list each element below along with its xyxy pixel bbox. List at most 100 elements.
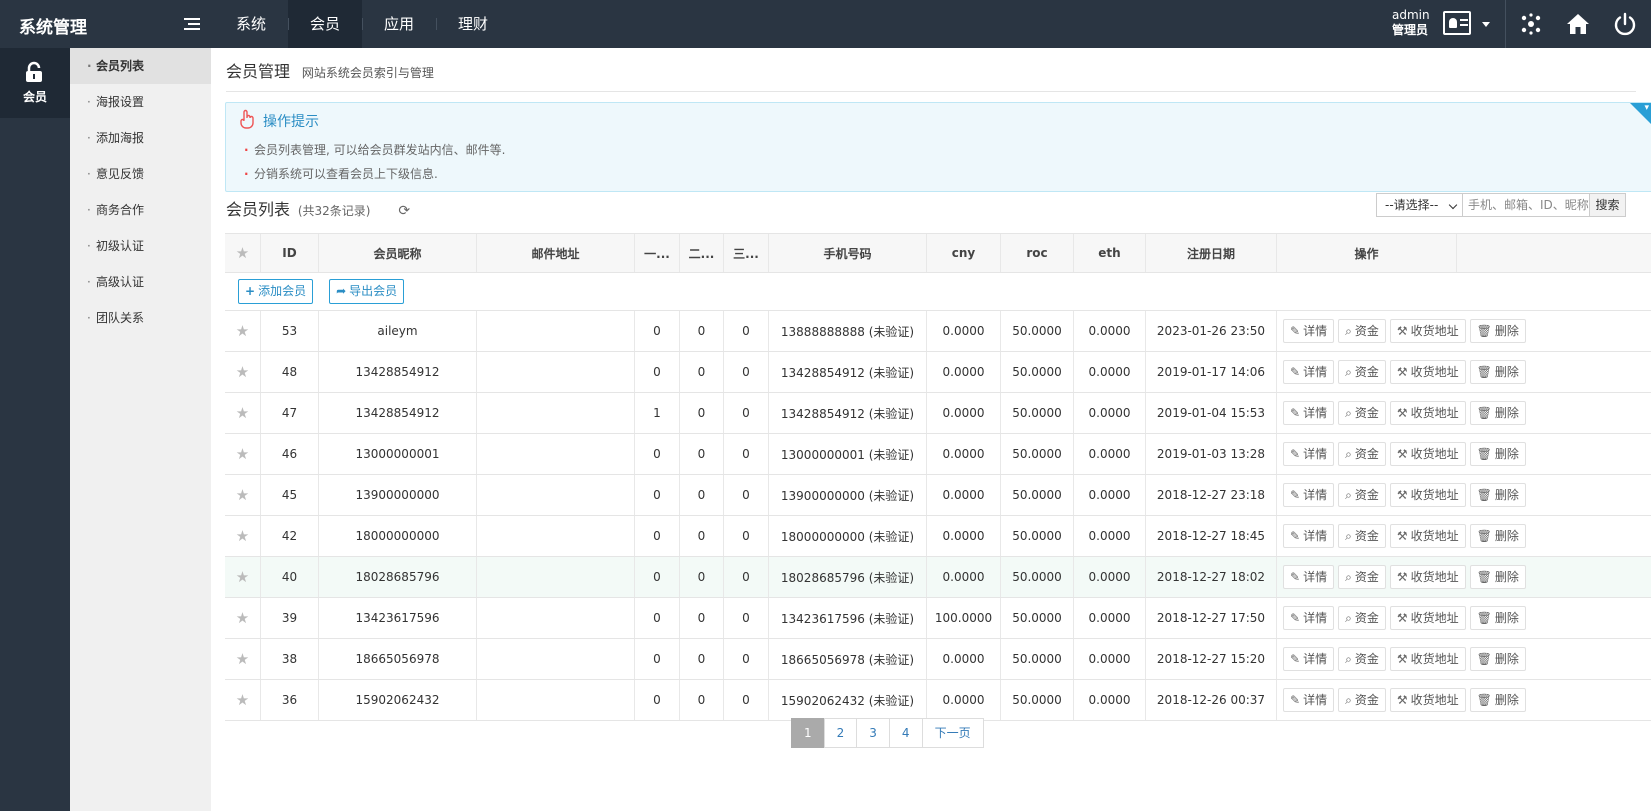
star-icon[interactable]: ★ [225, 598, 261, 638]
address-button[interactable]: ⚒ 收货地址 [1389, 647, 1466, 671]
menu-toggle-icon[interactable] [184, 18, 200, 32]
table-row[interactable]: ★ 47 13428854912 1 0 0 13428854912 (未验证) 0.0000… [225, 393, 1651, 434]
delete-button[interactable]: 🗑 删除 [1469, 360, 1526, 384]
col-date[interactable]: 注册日期 [1146, 234, 1277, 272]
funds-button[interactable]: ⌕ 资金 [1338, 647, 1386, 671]
id-card-icon[interactable] [1443, 11, 1471, 35]
star-icon[interactable]: ★ [225, 311, 261, 351]
submenu-team[interactable]: 团队关系 [70, 300, 211, 336]
search-button[interactable]: 搜索 [1590, 193, 1626, 217]
funds-button[interactable]: ⌕ 资金 [1338, 483, 1386, 507]
table-row[interactable]: ★ 45 13900000000 0 0 0 13900000000 (未验证) 0.0000… [225, 475, 1651, 516]
submenu-feedback[interactable]: 意见反馈 [70, 156, 211, 192]
submenu-member-list[interactable]: 会员列表 [70, 48, 211, 84]
address-button[interactable]: ⚒ 收货地址 [1389, 483, 1466, 507]
col-nick[interactable]: 会员昵称 [319, 234, 477, 272]
funds-button[interactable]: ⌕ 资金 [1338, 442, 1386, 466]
export-member-button[interactable]: ➦ 导出会员 [329, 279, 405, 304]
funds-button[interactable]: ⌕ 资金 [1338, 524, 1386, 548]
page-2[interactable]: 2 [823, 718, 858, 748]
star-icon[interactable]: ★ [225, 393, 261, 433]
detail-button[interactable]: ✎ 详情 [1283, 565, 1335, 589]
table-row[interactable]: ★ 48 13428854912 0 0 0 13428854912 (未验证) 0.0000… [225, 352, 1651, 393]
detail-button[interactable]: ✎ 详情 [1283, 688, 1335, 712]
delete-button[interactable]: 🗑 删除 [1469, 565, 1526, 589]
table-row[interactable]: ★ 36 15902062432 0 0 0 15902062432 (未验证) 0.0000… [225, 680, 1651, 721]
address-button[interactable]: ⚒ 收货地址 [1389, 688, 1466, 712]
funds-button[interactable]: ⌕ 资金 [1338, 688, 1386, 712]
page-4[interactable]: 4 [888, 718, 923, 748]
sidebar-item-member[interactable]: 会员 [0, 48, 70, 118]
star-icon[interactable]: ★ [225, 639, 261, 679]
submenu-poster-settings[interactable]: 海报设置 [70, 84, 211, 120]
chevron-down-icon[interactable] [1482, 22, 1490, 27]
address-button[interactable]: ⚒ 收货地址 [1389, 524, 1466, 548]
topnav-apps[interactable]: 应用 [362, 0, 436, 48]
address-button[interactable]: ⚒ 收货地址 [1389, 401, 1466, 425]
star-icon[interactable]: ★ [225, 557, 261, 597]
funds-button[interactable]: ⌕ 资金 [1338, 401, 1386, 425]
topnav-member[interactable]: 会员 [288, 0, 363, 48]
funds-button[interactable]: ⌕ 资金 [1338, 565, 1386, 589]
table-row[interactable]: ★ 53 aileym 0 0 0 13888888888 (未验证) 0.0000 50.00… [225, 311, 1651, 352]
col-roc[interactable]: roc [1001, 234, 1074, 272]
star-icon[interactable]: ★ [225, 475, 261, 515]
table-row[interactable]: ★ 46 13000000001 0 0 0 13000000001 (未验证) 0.0000… [225, 434, 1651, 475]
address-button[interactable]: ⚒ 收货地址 [1389, 565, 1466, 589]
detail-button[interactable]: ✎ 详情 [1283, 360, 1335, 384]
table-row[interactable]: ★ 39 13423617596 0 0 0 13423617596 (未验证) 100.00… [225, 598, 1651, 639]
filter-select[interactable]: --请选择-- [1376, 193, 1463, 217]
topnav-system[interactable]: 系统 [214, 0, 288, 48]
table-row[interactable]: ★ 40 18028685796 0 0 0 18028685796 (未验证) 0.0000… [225, 557, 1651, 598]
add-member-button[interactable]: + 添加会员 [238, 279, 314, 304]
star-icon[interactable]: ★ [225, 234, 261, 272]
refresh-icon[interactable]: ⟳ [398, 196, 410, 226]
submenu-basic-verify[interactable]: 初级认证 [70, 228, 211, 264]
submenu-business[interactable]: 商务合作 [70, 192, 211, 228]
delete-button[interactable]: 🗑 删除 [1469, 483, 1526, 507]
home-icon[interactable] [1566, 12, 1590, 36]
address-button[interactable]: ⚒ 收货地址 [1389, 360, 1466, 384]
funds-button[interactable]: ⌕ 资金 [1338, 319, 1386, 343]
funds-button[interactable]: ⌕ 资金 [1338, 606, 1386, 630]
star-icon[interactable]: ★ [225, 352, 261, 392]
detail-button[interactable]: ✎ 详情 [1283, 647, 1335, 671]
col-cny[interactable]: cny [927, 234, 1001, 272]
address-button[interactable]: ⚒ 收货地址 [1389, 442, 1466, 466]
col-level3[interactable]: 三... [724, 234, 769, 272]
star-icon[interactable]: ★ [225, 680, 261, 720]
table-row[interactable]: ★ 38 18665056978 0 0 0 18665056978 (未验证) 0.0000… [225, 639, 1651, 680]
col-mail[interactable]: 邮件地址 [477, 234, 635, 272]
detail-button[interactable]: ✎ 详情 [1283, 524, 1335, 548]
delete-button[interactable]: 🗑 删除 [1469, 401, 1526, 425]
network-icon[interactable] [1519, 12, 1543, 36]
address-button[interactable]: ⚒ 收货地址 [1389, 606, 1466, 630]
page-3[interactable]: 3 [856, 718, 890, 748]
search-input[interactable]: 手机、邮箱、ID、昵称 [1463, 193, 1590, 217]
address-button[interactable]: ⚒ 收货地址 [1389, 319, 1466, 343]
delete-button[interactable]: 🗑 删除 [1469, 524, 1526, 548]
detail-button[interactable]: ✎ 详情 [1283, 319, 1335, 343]
detail-button[interactable]: ✎ 详情 [1283, 606, 1335, 630]
col-phone[interactable]: 手机号码 [769, 234, 927, 272]
submenu-advanced-verify[interactable]: 高级认证 [70, 264, 211, 300]
star-icon[interactable]: ★ [225, 434, 261, 474]
delete-button[interactable]: 🗑 删除 [1469, 319, 1526, 343]
col-level1[interactable]: 一... [635, 234, 680, 272]
power-icon[interactable] [1613, 12, 1637, 36]
delete-button[interactable]: 🗑 删除 [1469, 688, 1526, 712]
funds-button[interactable]: ⌕ 资金 [1338, 360, 1386, 384]
page-1[interactable]: 1 [791, 718, 825, 748]
star-icon[interactable]: ★ [225, 516, 261, 556]
delete-button[interactable]: 🗑 删除 [1469, 442, 1526, 466]
detail-button[interactable]: ✎ 详情 [1283, 483, 1335, 507]
delete-button[interactable]: 🗑 删除 [1469, 606, 1526, 630]
next-page[interactable]: 下一页 [921, 718, 984, 748]
detail-button[interactable]: ✎ 详情 [1283, 401, 1335, 425]
submenu-add-poster[interactable]: 添加海报 [70, 120, 211, 156]
table-row[interactable]: ★ 42 18000000000 0 0 0 18000000000 (未验证) 0.0000… [225, 516, 1651, 557]
topnav-finance[interactable]: 理财 [436, 0, 510, 48]
collapse-corner-icon[interactable]: ▾ [1630, 103, 1651, 125]
delete-button[interactable]: 🗑 删除 [1469, 647, 1526, 671]
col-level2[interactable]: 二... [680, 234, 724, 272]
